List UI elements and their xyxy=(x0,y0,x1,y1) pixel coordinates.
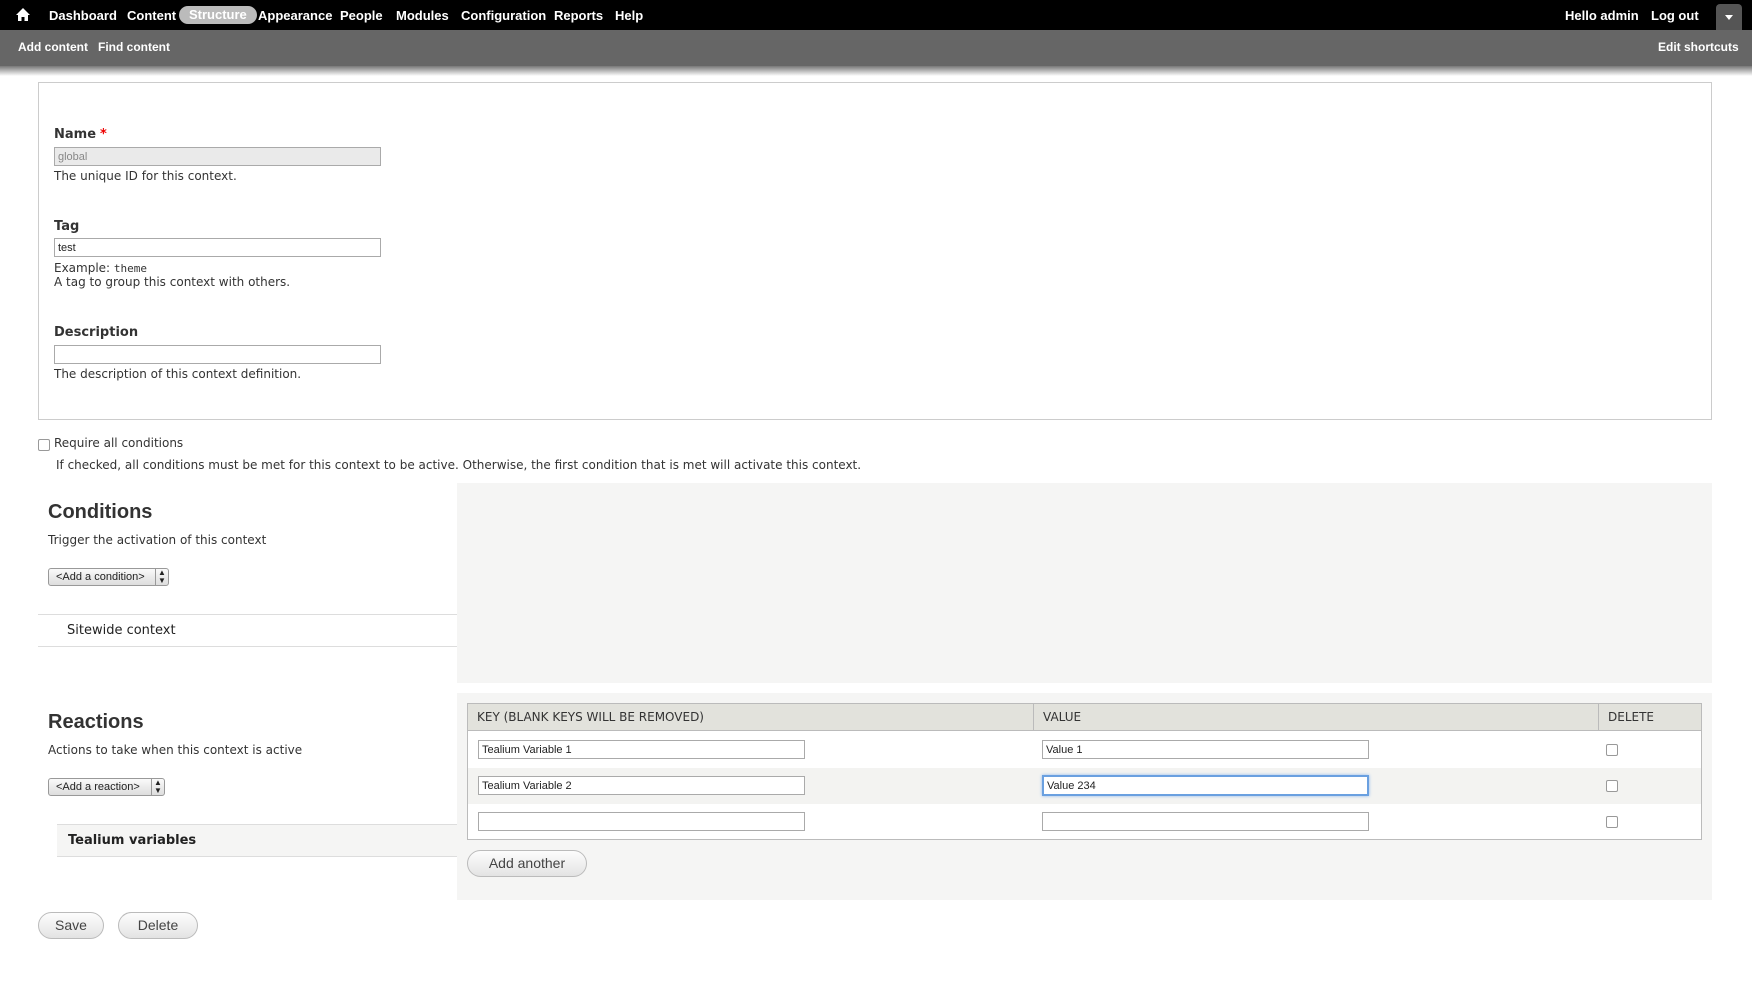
key-input[interactable] xyxy=(478,776,805,795)
name-description: The unique ID for this context. xyxy=(54,169,237,183)
name-input[interactable] xyxy=(54,147,381,166)
conditions-title: Conditions xyxy=(48,501,153,523)
admin-toolbar: Dashboard Content Structure Appearance P… xyxy=(0,0,1752,30)
menu-modules[interactable]: Modules xyxy=(396,7,449,24)
add-another-button[interactable]: Add another xyxy=(467,850,587,877)
tag-example: Example: theme xyxy=(54,261,148,275)
menu-content[interactable]: Content xyxy=(127,7,176,24)
value-input[interactable] xyxy=(1042,812,1369,831)
tealium-variables-table: KEY (BLANK KEYS WILL BE REMOVED) VALUE D… xyxy=(467,703,1702,840)
menu-appearance[interactable]: Appearance xyxy=(258,7,332,24)
delete-checkbox[interactable] xyxy=(1606,816,1618,828)
select-arrows-icon: ▲ ▼ xyxy=(155,569,168,585)
select-arrows-icon: ▲ ▼ xyxy=(151,779,164,795)
description-label: Description xyxy=(54,325,139,340)
add-reaction-select[interactable]: <Add a reaction> ▲ ▼ xyxy=(48,778,165,796)
chevron-down-icon[interactable] xyxy=(1716,4,1742,30)
edit-shortcuts-link[interactable]: Edit shortcuts xyxy=(1658,40,1739,55)
condition-settings-panel xyxy=(457,483,1712,683)
conditions-description: Trigger the activation of this context xyxy=(48,533,267,547)
require-all-checkbox[interactable] xyxy=(38,439,50,451)
tag-label: Tag xyxy=(54,219,80,234)
name-label: Name * xyxy=(54,127,107,142)
table-header-value: VALUE xyxy=(1033,704,1598,731)
value-input[interactable] xyxy=(1042,775,1369,796)
require-all-description: If checked, all conditions must be met f… xyxy=(56,458,862,472)
delete-checkbox[interactable] xyxy=(1606,744,1618,756)
require-all-label[interactable]: Require all conditions xyxy=(54,436,183,450)
reaction-tab-tealium[interactable]: Tealium variables xyxy=(57,824,457,857)
table-header-delete: DELETE xyxy=(1598,704,1701,731)
shortcut-add-content[interactable]: Add content xyxy=(18,40,88,55)
shortcut-find-content[interactable]: Find content xyxy=(98,40,170,55)
tag-example-code: theme xyxy=(113,262,148,275)
menu-people[interactable]: People xyxy=(340,7,383,24)
reactions-description: Actions to take when this context is act… xyxy=(48,743,303,757)
menu-reports[interactable]: Reports xyxy=(554,7,603,24)
table-header-key: KEY (BLANK KEYS WILL BE REMOVED) xyxy=(468,704,1033,731)
key-input[interactable] xyxy=(478,812,805,831)
tag-description: A tag to group this context with others. xyxy=(54,275,291,289)
menu-structure[interactable]: Structure xyxy=(179,6,257,24)
table-row xyxy=(468,768,1701,804)
home-icon[interactable] xyxy=(15,7,31,23)
logout-link[interactable]: Log out xyxy=(1651,7,1699,24)
delete-button[interactable]: Delete xyxy=(118,912,198,939)
menu-help[interactable]: Help xyxy=(615,7,643,24)
user-greeting-link[interactable]: Hello admin xyxy=(1565,7,1639,24)
delete-checkbox[interactable] xyxy=(1606,780,1618,792)
table-row xyxy=(468,732,1701,768)
reactions-title: Reactions xyxy=(48,711,144,733)
key-input[interactable] xyxy=(478,740,805,759)
shortcuts-bar: Add content Find content Edit shortcuts xyxy=(0,30,1752,76)
tag-input[interactable] xyxy=(54,238,381,257)
menu-dashboard[interactable]: Dashboard xyxy=(49,7,117,24)
save-button[interactable]: Save xyxy=(38,912,104,939)
condition-tab-sitewide[interactable]: Sitewide context xyxy=(38,614,457,647)
description-input[interactable] xyxy=(54,345,381,364)
description-help: The description of this context definiti… xyxy=(54,367,302,381)
menu-configuration[interactable]: Configuration xyxy=(461,7,546,24)
table-row xyxy=(468,804,1701,840)
value-input[interactable] xyxy=(1042,740,1369,759)
required-marker: * xyxy=(100,127,107,142)
add-condition-select[interactable]: <Add a condition> ▲ ▼ xyxy=(48,568,169,586)
